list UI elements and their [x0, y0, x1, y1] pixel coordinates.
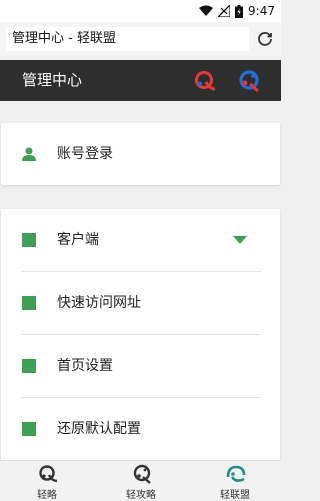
settings-menu-card: 客户端 快速访问网址 首页设置 还原默认配置 [1, 209, 280, 464]
status-bar: 9:47 [0, 0, 281, 22]
square-bullet-icon [22, 359, 36, 373]
nav-item-qinglianmeng[interactable]: 轻联盟 [205, 461, 265, 501]
nav-item-qinglue[interactable]: 轻略 [17, 461, 77, 501]
signal-icon [218, 5, 231, 17]
qinglue-logo-icon[interactable] [193, 69, 217, 93]
qinglianmeng-icon [226, 465, 246, 482]
nav-item-qinggonglue[interactable]: 轻攻略 [111, 461, 171, 501]
url-input[interactable]: 管理中心 - 轻联盟 [6, 27, 249, 51]
menu-item-homepage-settings[interactable]: 首页设置 [1, 335, 280, 397]
account-login-label: 账号登录 [57, 146, 113, 162]
refresh-icon [258, 32, 272, 46]
qinggonglue-icon [133, 464, 151, 484]
battery-icon [235, 4, 244, 18]
menu-item-client[interactable]: 客户端 [1, 209, 280, 271]
app-header: 管理中心 [0, 60, 281, 101]
account-login-row[interactable]: 账号登录 [1, 123, 280, 185]
user-icon [22, 147, 36, 161]
chevron-down-icon[interactable] [233, 236, 247, 244]
page-title: 管理中心 [22, 71, 83, 89]
account-card: 账号登录 [1, 123, 280, 185]
qinggonglue-logo-icon[interactable] [236, 68, 262, 94]
menu-item-label: 快速访问网址 [57, 295, 141, 311]
menu-item-restore-defaults[interactable]: 还原默认配置 [1, 398, 280, 460]
status-time: 9:47 [248, 4, 275, 18]
refresh-button[interactable] [255, 29, 275, 49]
wifi-icon [199, 5, 214, 16]
qinglue-icon [39, 465, 58, 483]
square-bullet-icon [22, 233, 36, 247]
square-bullet-icon [22, 422, 36, 436]
bottom-navigation: 轻略 轻攻略 轻联盟 [0, 460, 281, 501]
menu-item-label: 客户端 [57, 232, 99, 248]
nav-label: 轻略 [37, 490, 57, 501]
menu-item-quick-access-urls[interactable]: 快速访问网址 [1, 272, 280, 334]
url-bar: 管理中心 - 轻联盟 [0, 22, 281, 56]
nav-label: 轻攻略 [126, 490, 156, 501]
menu-item-label: 首页设置 [57, 358, 113, 374]
nav-label: 轻联盟 [220, 490, 250, 501]
square-bullet-icon [22, 296, 36, 310]
status-icons: 9:47 [199, 3, 275, 19]
menu-item-label: 还原默认配置 [57, 421, 141, 437]
